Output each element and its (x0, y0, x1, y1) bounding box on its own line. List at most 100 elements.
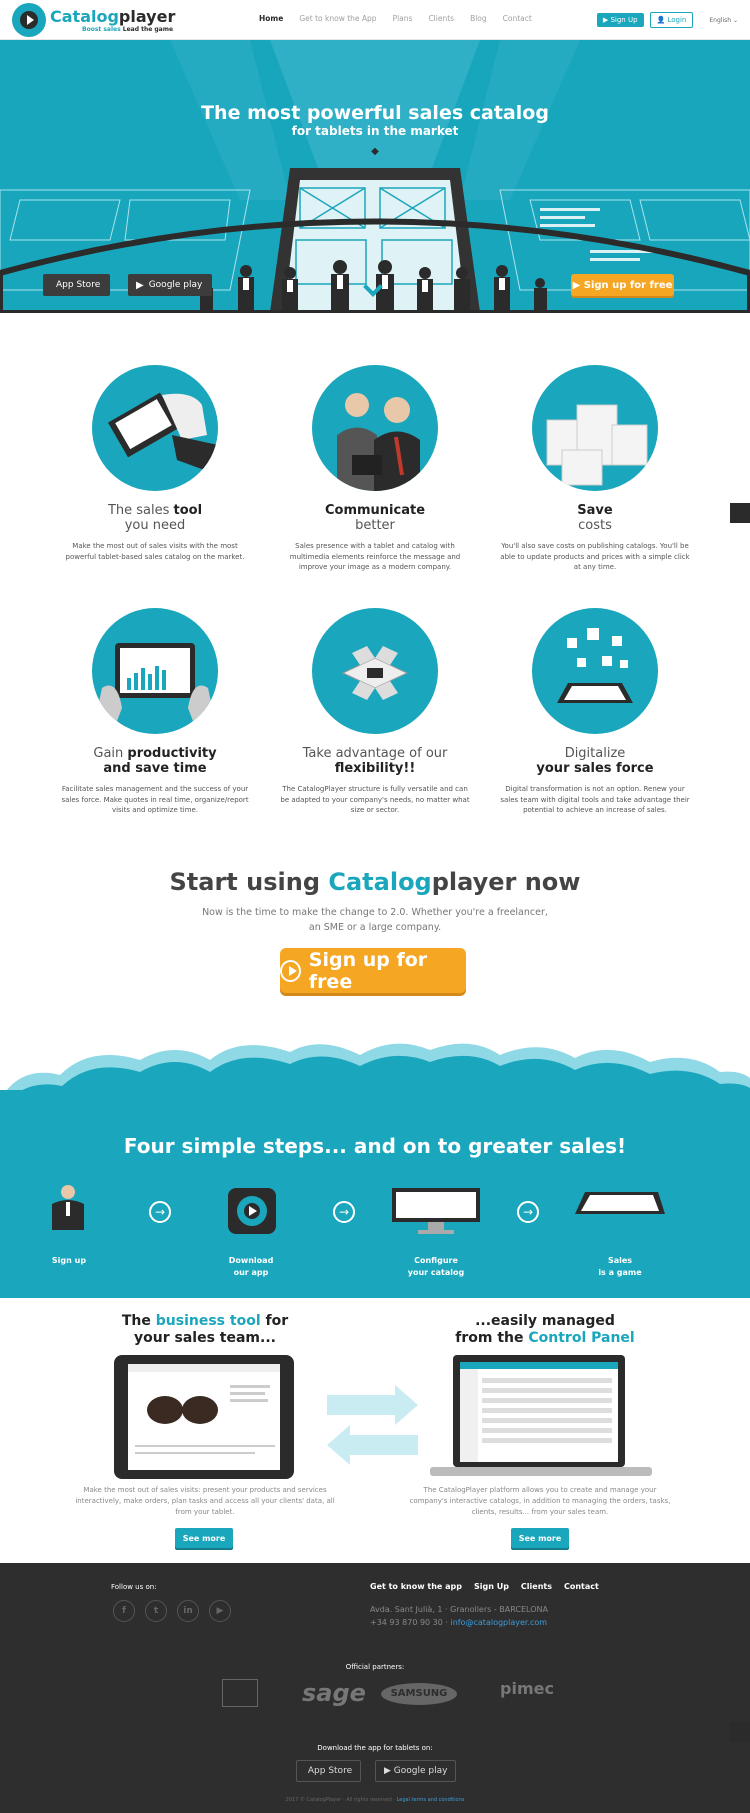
feature-title-part: Take advantage of our (302, 746, 448, 761)
logo[interactable]: Catalogplayer Boost sales Lead the game (12, 3, 175, 37)
paper-stacks-illustration (532, 365, 658, 491)
signup-big-label: Sign up for free (308, 948, 428, 993)
footer-link-app[interactable]: Get to know the app (370, 1582, 462, 1591)
play-circle-icon (280, 959, 301, 982)
app-store-label: App Store (56, 280, 101, 290)
tool-title-part3: for (260, 1313, 289, 1329)
hero-signup-button[interactable]: ▶ Sign up for free (571, 274, 674, 296)
footer-app-store-button[interactable]: App Store (296, 1760, 362, 1782)
nav-blog[interactable]: Blog (470, 14, 487, 23)
panel-title-line1: ...easily managed (475, 1313, 615, 1329)
feature-title-bold: productivity (127, 746, 217, 761)
feature-title-line2: flexibility!! (334, 761, 416, 776)
footer-google-play-label: Google play (393, 1766, 448, 1776)
feature-title-bold: Save (577, 503, 613, 518)
footer-link-clients[interactable]: Clients (521, 1582, 552, 1591)
feature-title-bold: Communicate (324, 503, 426, 518)
chevron-down-icon: ⌄ (732, 16, 738, 24)
laptop-icons-illustration (532, 608, 658, 734)
copyright: 2017 © CatalogPlayer · All rights reserv… (0, 1797, 750, 1803)
app-store-button[interactable]: App Store (43, 274, 111, 296)
control-panel-title: ...easily managed from the Control Panel (395, 1313, 695, 1347)
facebook-icon[interactable]: f (113, 1600, 135, 1622)
linkedin-icon[interactable]: in (177, 1600, 199, 1622)
feature-description: The CatalogPlayer structure is fully ver… (280, 785, 470, 814)
monitor-icon (392, 1188, 480, 1234)
follow-label: Follow us on: (111, 1583, 157, 1591)
logo-name-part1: Catalog (50, 6, 119, 26)
nav-plans[interactable]: Plans (393, 14, 413, 23)
youtube-icon[interactable]: ▶ (209, 1600, 231, 1622)
business-tool-description: Make the most out of sales visits: prese… (75, 1486, 335, 1516)
business-tool-title: The business tool for your sales team... (55, 1313, 355, 1347)
main-nav: Home Get to know the App Plans Clients B… (259, 14, 532, 45)
step-download: Download our app (201, 1255, 301, 1279)
address-text: Avda. Sant Julià, 1 · Granollers - BARCE… (370, 1605, 548, 1614)
nav-home[interactable]: Home (259, 14, 284, 45)
header-signup-button[interactable]: ▶ Sign Up (596, 13, 644, 27)
start-description: Now is the time to make the change to 2.… (202, 907, 548, 933)
play-icon: ▶ (136, 279, 144, 291)
hero-subtitle: for tablets in the market (291, 124, 459, 138)
feature-productivity: Gain productivity and save time Facilitat… (55, 608, 255, 816)
feature-title-part: The sales (107, 503, 174, 518)
product-screenshots (114, 1355, 652, 1479)
step-sales: Sales is a game (570, 1255, 670, 1279)
hero-illustration (0, 40, 750, 313)
start-title-part1: Start using (169, 868, 329, 896)
feature-description: Digital transformation is not an option.… (500, 785, 690, 814)
nav-contact[interactable]: Contact (503, 14, 532, 23)
step-line2: our app (233, 1268, 269, 1277)
feature-sales-tool: The sales tool you need Make the most out… (55, 365, 255, 562)
email-link[interactable]: info@catalogplayer.com (451, 1618, 548, 1627)
steps-title: Four simple steps... and on to greater s… (123, 1134, 627, 1158)
feature-title-bold: tool (173, 503, 203, 518)
arrow-right-icon: → (149, 1201, 171, 1223)
twitter-icon[interactable]: t (145, 1600, 167, 1622)
feature-title-line2: your sales force (536, 761, 654, 776)
start-title: Start using Catalogplayer now (0, 868, 750, 896)
side-tab[interactable] (730, 1722, 750, 1742)
feature-digitalize: Digitalize your sales force Digital trans… (495, 608, 695, 816)
side-tab[interactable] (730, 503, 750, 523)
step-line1: Sales (607, 1256, 633, 1265)
nav-clients[interactable]: Clients (428, 14, 454, 23)
see-more-button-right[interactable]: See more (511, 1528, 569, 1548)
arrow-right-icon: → (517, 1201, 539, 1223)
main-signup-button[interactable]: Sign up for free (280, 948, 466, 993)
tool-title-highlight: business tool (155, 1313, 261, 1329)
tablet-icon (575, 1192, 665, 1214)
phone-text: +34 93 870 90 30 · (370, 1618, 451, 1627)
arrow-right-icon: → (333, 1201, 355, 1223)
feature-save-costs: Save costs You'll also save costs on publ… (495, 365, 695, 573)
hero-banner: The most powerful sales catalog for tabl… (0, 40, 750, 313)
footer-link-contact[interactable]: Contact (564, 1582, 599, 1591)
nav-get-to-know[interactable]: Get to know the App (299, 14, 376, 23)
tool-title-part1: The (121, 1313, 156, 1329)
platform-icons: ◆ (0, 146, 750, 157)
footer-address: Avda. Sant Julià, 1 · Granollers - BARCE… (370, 1603, 548, 1629)
footer-link-signup[interactable]: Sign Up (474, 1582, 509, 1591)
feature-title-line2: costs (578, 518, 612, 533)
control-panel-description: The CatalogPlayer platform allows you to… (409, 1486, 671, 1516)
header-login-button[interactable]: 👤 Login (649, 12, 694, 28)
step-line2: is a game (598, 1268, 642, 1277)
language-selector[interactable]: English ⌄ (709, 17, 738, 24)
legal-link[interactable]: Legal terms and conditions (397, 1797, 465, 1803)
site-header: Catalogplayer Boost sales Lead the game … (0, 0, 750, 45)
partner-seal-logo (222, 1679, 258, 1707)
footer-google-play-button[interactable]: ▶ Google play (375, 1760, 457, 1782)
feature-description: Sales presence with a tablet and catalog… (289, 542, 461, 571)
tablet-app-screenshot (114, 1355, 294, 1479)
see-more-button-left[interactable]: See more (175, 1528, 233, 1548)
partner-sage: sage (302, 1679, 366, 1707)
tagline-part2: Lead the game (122, 25, 174, 33)
site-footer: Follow us on: f t in ▶ Get to know the a… (0, 1563, 750, 1813)
download-label: Download the app for tablets on: (317, 1744, 433, 1752)
google-play-button[interactable]: ▶ Google play (128, 274, 213, 296)
hero-title: The most powerful sales catalog (201, 102, 549, 124)
footer-links: Get to know the app Sign Up Clients Cont… (370, 1582, 599, 1591)
signup-free-label: Sign up for free (583, 279, 673, 291)
double-arrow-icon (327, 1385, 418, 1465)
login-label: Login (667, 16, 687, 24)
